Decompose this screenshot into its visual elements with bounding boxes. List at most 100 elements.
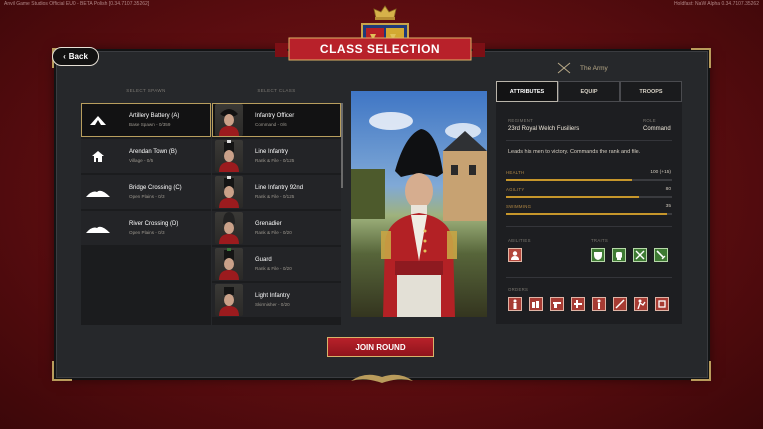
hill-icon: [86, 190, 110, 197]
agility-bar: [506, 196, 672, 198]
crossed-swords-icon[interactable]: [633, 248, 647, 262]
divider: [506, 140, 672, 141]
class-item[interactable]: Light Infantry Skirmisher - 0/20: [212, 283, 341, 317]
class-item[interactable]: Infantry Officer Command - 0/6: [212, 103, 341, 137]
soldier-portrait: [215, 140, 243, 172]
class-description: Leads his men to victory. Commands the r…: [508, 149, 641, 155]
spawn-item[interactable]: Bridge Crossing (C) Open Plains - 0/3: [81, 175, 211, 209]
divider: [506, 226, 672, 227]
health-bar: [506, 179, 672, 181]
abilities-label: ABILITIES: [508, 238, 531, 243]
tab-troops[interactable]: TROOPS: [620, 81, 682, 102]
class-name: Light Infantry: [255, 293, 290, 299]
officer-model-image: [351, 112, 487, 317]
corner-ornament: [691, 48, 711, 68]
class-detail: Rank & File - 0/20: [255, 266, 292, 271]
corner-ornament: [52, 361, 72, 381]
class-detail: Command - 0/6: [255, 122, 287, 127]
bottom-ornament: [351, 374, 413, 383]
spawn-item[interactable]: River Crossing (D) Open Plains - 0/3: [81, 211, 211, 245]
class-column-header: SELECT CLASS: [257, 88, 296, 93]
class-name: Line Infantry: [255, 149, 289, 155]
hill-icon: [86, 226, 110, 233]
spawn-name: Bridge Crossing (C): [129, 185, 182, 191]
spawn-item[interactable]: Arendan Town (B) Village - 0/5: [81, 139, 211, 173]
regiment-label: REGIMENT: [508, 118, 534, 123]
swimming-bar: [506, 213, 672, 215]
class-detail: Rank & File - 0/125: [255, 194, 295, 199]
charge-icon[interactable]: [634, 297, 648, 311]
character-preview: [351, 91, 487, 317]
soldier-portrait: [215, 176, 243, 208]
health-label: HEALTH: [506, 170, 525, 175]
traits-label: TRAITS: [591, 238, 609, 243]
spawn-detail: Base Spawn - 0/359: [129, 122, 171, 127]
page-title: CLASS SELECTION: [319, 42, 441, 56]
stat-bar-fill: [506, 213, 668, 215]
spawn-detail: Open Plains - 0/3: [129, 230, 165, 235]
spawn-detail: Open Plains - 0/3: [129, 194, 165, 199]
role-value: Command: [643, 126, 671, 132]
corner-ornament: [691, 361, 711, 381]
class-item[interactable]: Guard Rank & File - 0/20: [212, 247, 341, 281]
regiment-value: 23rd Royal Welch Fusiliers: [508, 126, 580, 132]
soldier-portrait: [215, 284, 243, 316]
march-icon[interactable]: [613, 297, 627, 311]
stat-bar-fill: [506, 179, 633, 181]
class-list: Infantry Officer Command - 0/6 Line Infan…: [212, 103, 341, 325]
fire-icon[interactable]: [550, 297, 564, 311]
spawn-name: River Crossing (D): [129, 221, 179, 227]
class-detail: Rank & File - 0/20: [255, 230, 292, 235]
faction-name: The Army: [580, 64, 608, 72]
stat-bar-fill: [506, 196, 639, 198]
class-item[interactable]: Line Infantry Rank & File - 0/125: [212, 139, 341, 173]
back-button[interactable]: ‹ Back: [52, 47, 99, 66]
class-name: Line Infantry 92nd: [255, 185, 304, 191]
agility-label: AGILITY: [506, 187, 525, 192]
divider: [506, 277, 672, 278]
health-value: 100 (+15): [650, 170, 671, 175]
class-name: Guard: [255, 257, 272, 263]
officer-portrait-icon[interactable]: [508, 248, 522, 262]
tab-equip[interactable]: EQUIP: [558, 81, 620, 102]
build-info-left: Anvil Game Studios Official EU0 - BETA P…: [4, 1, 150, 7]
class-item[interactable]: Line Infantry 92nd Rank & File - 0/125: [212, 175, 341, 209]
soldier-order-icon[interactable]: [508, 297, 522, 311]
fist-trait-icon[interactable]: [612, 248, 626, 262]
advance-icon[interactable]: [571, 297, 585, 311]
spawn-detail: Village - 0/5: [129, 158, 154, 163]
class-name: Grenadier: [255, 221, 282, 227]
spawn-column-header: SELECT SPAWN: [126, 88, 166, 93]
swimming-label: SWIMMING: [506, 204, 532, 209]
class-detail: Rank & File - 0/125: [255, 158, 295, 163]
musket-icon[interactable]: [592, 297, 606, 311]
crossed-muskets-icon: [557, 62, 571, 74]
tent-icon: [90, 116, 106, 125]
class-detail: Skirmisher - 0/20: [255, 302, 290, 307]
class-name: Infantry Officer: [255, 113, 295, 119]
soldier-portrait: [215, 248, 243, 280]
agility-value: 80: [665, 187, 671, 192]
soldier-portrait: [215, 212, 243, 244]
spawn-name: Artillery Battery (A): [129, 113, 180, 119]
build-info-right: Holdfast: NaW Alpha 0.34.7107.35262: [673, 1, 759, 7]
chevron-left-icon: ‹: [63, 52, 66, 61]
soldier-portrait: [215, 104, 243, 136]
back-button-label: Back: [68, 52, 88, 61]
join-round-button[interactable]: JOIN ROUND: [327, 337, 434, 357]
house-icon: [92, 150, 104, 162]
tab-attributes[interactable]: ATTRIBUTES: [496, 81, 558, 102]
role-label: ROLE: [643, 118, 656, 123]
form-line-icon[interactable]: [529, 297, 543, 311]
class-item[interactable]: Grenadier Rank & File - 0/20: [212, 211, 341, 245]
swimming-value: 35: [665, 204, 671, 209]
spawn-list: Artillery Battery (A) Base Spawn - 0/359 …: [81, 103, 211, 325]
faction-label: The Army: [557, 62, 608, 74]
sword-icon[interactable]: [654, 248, 668, 262]
halt-icon[interactable]: [655, 297, 669, 311]
shield-trait-icon[interactable]: [591, 248, 605, 262]
class-list-scrollbar[interactable]: [341, 103, 343, 188]
info-tabs: ATTRIBUTES EQUIP TROOPS: [496, 81, 682, 102]
spawn-item[interactable]: Artillery Battery (A) Base Spawn - 0/359: [81, 103, 211, 137]
spawn-name: Arendan Town (B): [129, 149, 177, 155]
